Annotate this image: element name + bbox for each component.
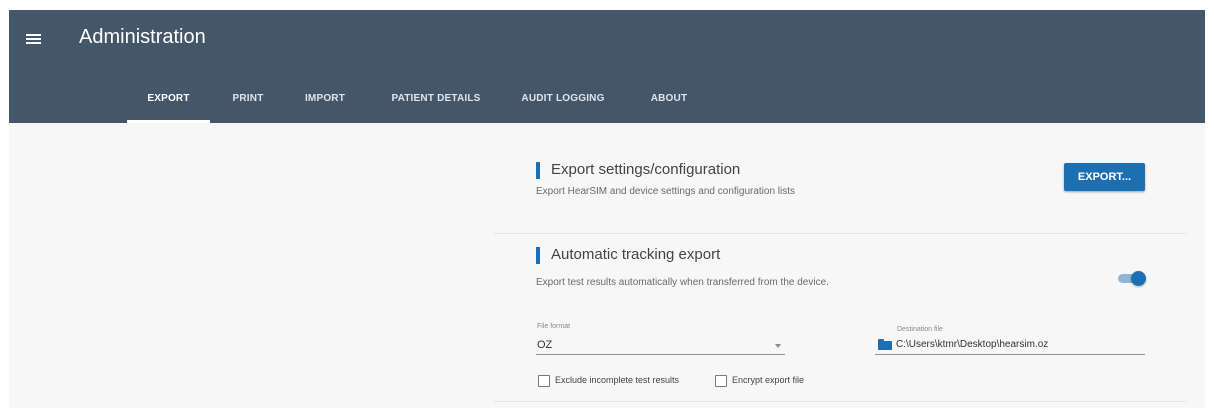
section-accent-bar xyxy=(536,162,540,179)
destination-file-label: Destination file xyxy=(897,326,943,333)
hamburger-menu-icon[interactable] xyxy=(25,30,45,48)
section-accent-bar xyxy=(536,247,540,264)
export-settings-section: Export settings/configuration Export Hea… xyxy=(494,133,1187,234)
admin-page: Administration EXPORT PRINT IMPORT PATIE… xyxy=(9,10,1205,408)
automatic-tracking-export-section: Automatic tracking export Export test re… xyxy=(494,234,1187,402)
export-button[interactable]: EXPORT... xyxy=(1064,163,1145,191)
checkbox-label: Exclude incomplete test results xyxy=(555,375,680,385)
tab-print[interactable]: PRINT xyxy=(220,84,276,123)
section-title: Automatic tracking export xyxy=(551,246,721,263)
tab-audit-logging[interactable]: AUDIT LOGGING xyxy=(513,84,613,123)
tab-export[interactable]: EXPORT xyxy=(127,84,210,123)
section-description: Export HearSIM and device settings and c… xyxy=(536,186,796,197)
tab-patient-details[interactable]: PATIENT DETAILS xyxy=(380,84,492,123)
chevron-down-icon xyxy=(775,344,781,348)
toggle-thumb xyxy=(1131,271,1146,286)
tab-about[interactable]: ABOUT xyxy=(630,84,708,123)
tracking-export-toggle[interactable] xyxy=(1116,271,1146,286)
file-format-value: OZ xyxy=(537,339,553,351)
section-description: Export test results automatically when t… xyxy=(536,277,829,288)
page-title: Administration xyxy=(79,26,206,48)
destination-file-field[interactable]: C:\Users\ktmr\Desktop\hearsim.oz xyxy=(875,337,1145,355)
section-title: Export settings/configuration xyxy=(551,161,741,178)
folder-icon[interactable] xyxy=(878,339,892,350)
tab-import[interactable]: IMPORT xyxy=(290,84,360,123)
checkbox-box xyxy=(715,375,727,387)
destination-file-value: C:\Users\ktmr\Desktop\hearsim.oz xyxy=(896,339,1049,350)
app-bar: Administration EXPORT PRINT IMPORT PATIE… xyxy=(9,10,1205,123)
checkbox-box xyxy=(538,375,550,387)
file-format-label: File format xyxy=(537,323,571,330)
checkbox-label: Encrypt export file xyxy=(732,375,805,385)
file-format-select[interactable]: OZ xyxy=(536,337,785,355)
